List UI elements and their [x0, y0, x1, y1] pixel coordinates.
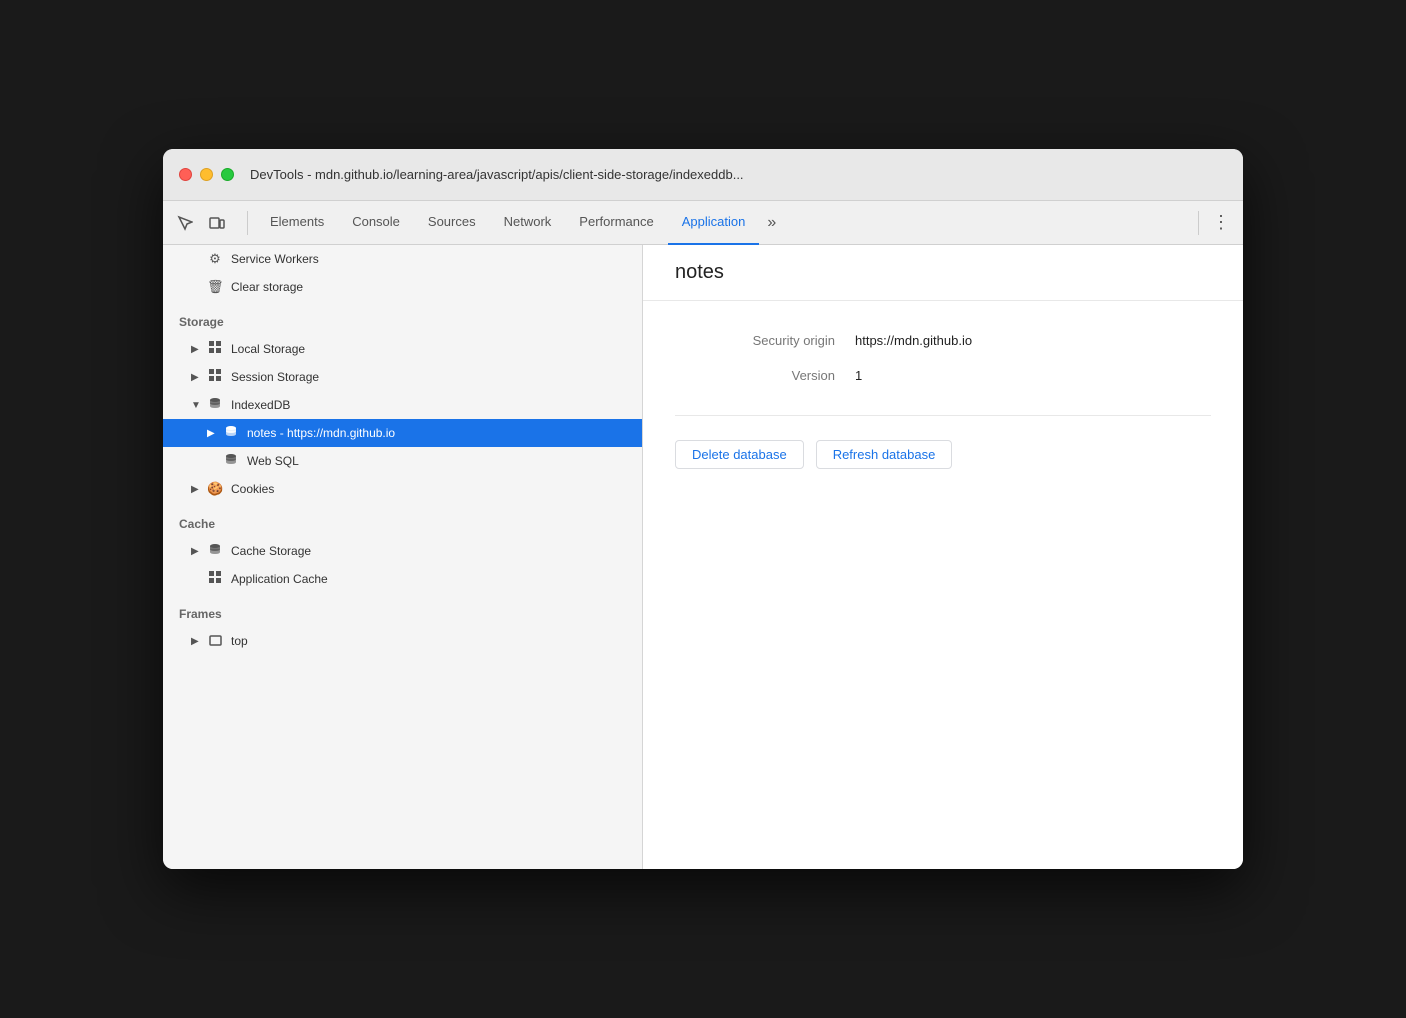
grid-icon [207, 341, 223, 357]
security-origin-value: https://mdn.github.io [855, 333, 972, 348]
collapsed-arrow-icon: ▶ [191, 344, 203, 355]
collapsed-arrow-icon: ▶ [191, 372, 203, 383]
delete-database-button[interactable]: Delete database [675, 440, 804, 469]
sidebar-item-label: Web SQL [247, 454, 299, 468]
collapsed-arrow-icon: ▶ [207, 428, 219, 439]
window-title: DevTools - mdn.github.io/learning-area/j… [250, 167, 744, 182]
sidebar-item-label: Cache Storage [231, 544, 311, 558]
gear-icon: ⚙ [207, 251, 223, 267]
sidebar-item-clear-storage[interactable]: 🗑 Clear storage [163, 273, 642, 301]
action-buttons: Delete database Refresh database [675, 440, 1211, 469]
trash-icon: 🗑 [207, 279, 223, 295]
collapsed-arrow-icon: ▶ [191, 636, 203, 647]
grid-icon [207, 571, 223, 587]
menu-button[interactable]: ⋮ [1207, 209, 1235, 237]
tab-console[interactable]: Console [338, 201, 414, 245]
expanded-arrow-icon: ▼ [191, 400, 203, 411]
panel-title: notes [675, 261, 1211, 284]
sidebar-item-label: top [231, 634, 248, 648]
inspect-icon[interactable] [171, 209, 199, 237]
db-icon [207, 543, 223, 560]
sidebar-item-label: Service Workers [231, 252, 319, 266]
titlebar: DevTools - mdn.github.io/learning-area/j… [163, 149, 1243, 201]
panel-divider [675, 415, 1211, 416]
devtools-window: DevTools - mdn.github.io/learning-area/j… [163, 149, 1243, 869]
sidebar-item-web-sql[interactable]: Web SQL [163, 447, 642, 475]
info-row-version: Version 1 [675, 368, 1211, 383]
more-tabs-button[interactable]: » [759, 201, 784, 245]
no-arrow-icon [207, 456, 219, 467]
panel-body: Security origin https://mdn.github.io Ve… [643, 301, 1243, 869]
db-icon [223, 453, 239, 470]
version-value: 1 [855, 368, 862, 383]
toolbar-end-divider [1198, 211, 1199, 235]
info-row-security-origin: Security origin https://mdn.github.io [675, 333, 1211, 348]
toolbar-divider [247, 211, 248, 235]
toolbar-end: ⋮ [1190, 209, 1235, 237]
toolbar-icons [171, 209, 231, 237]
sidebar-item-notes-db[interactable]: ▶ notes - https://mdn.github.io [163, 419, 642, 447]
sidebar-item-indexeddb[interactable]: ▼ IndexedDB [163, 391, 642, 419]
sidebar-item-local-storage[interactable]: ▶ Local Storage [163, 335, 642, 363]
toolbar: Elements Console Sources Network Perform… [163, 201, 1243, 245]
device-icon[interactable] [203, 209, 231, 237]
tab-bar: Elements Console Sources Network Perform… [256, 201, 1190, 245]
panel: notes Security origin https://mdn.github… [643, 245, 1243, 869]
sidebar-item-session-storage[interactable]: ▶ Session Storage [163, 363, 642, 391]
panel-header: notes [643, 245, 1243, 301]
refresh-database-button[interactable]: Refresh database [816, 440, 953, 469]
tab-application[interactable]: Application [668, 201, 760, 245]
tab-sources[interactable]: Sources [414, 201, 490, 245]
sidebar-item-label: Application Cache [231, 572, 328, 586]
storage-section-label: Storage [163, 301, 642, 335]
fullscreen-button[interactable] [221, 168, 234, 181]
frames-section-label: Frames [163, 593, 642, 627]
sidebar-item-label: Local Storage [231, 342, 305, 356]
no-arrow-icon [191, 254, 203, 265]
grid-icon [207, 369, 223, 385]
cookie-icon: 🍪 [207, 481, 223, 497]
sidebar-item-cookies[interactable]: ▶ 🍪 Cookies [163, 475, 642, 503]
close-button[interactable] [179, 168, 192, 181]
sidebar-item-service-workers[interactable]: ⚙ Service Workers [163, 245, 642, 273]
minimize-button[interactable] [200, 168, 213, 181]
no-arrow-icon [191, 574, 203, 585]
tab-elements[interactable]: Elements [256, 201, 338, 245]
sidebar-item-top-frame[interactable]: ▶ top [163, 627, 642, 655]
collapsed-arrow-icon: ▶ [191, 484, 203, 495]
version-label: Version [675, 368, 835, 383]
cache-section-label: Cache [163, 503, 642, 537]
tab-network[interactable]: Network [490, 201, 566, 245]
sidebar-item-label: Session Storage [231, 370, 319, 384]
sidebar-item-label: IndexedDB [231, 398, 290, 412]
no-arrow-icon [191, 282, 203, 293]
sidebar-item-app-cache[interactable]: Application Cache [163, 565, 642, 593]
sidebar-item-label: Clear storage [231, 280, 303, 294]
sidebar-item-cache-storage[interactable]: ▶ Cache Storage [163, 537, 642, 565]
frame-icon [207, 634, 223, 649]
collapsed-arrow-icon: ▶ [191, 546, 203, 557]
traffic-lights [179, 168, 234, 181]
info-table: Security origin https://mdn.github.io Ve… [675, 333, 1211, 383]
db-icon [223, 425, 239, 442]
db-icon [207, 397, 223, 414]
sidebar-item-label: Cookies [231, 482, 274, 496]
main-content: ⚙ Service Workers 🗑 Clear storage Storag… [163, 245, 1243, 869]
security-origin-label: Security origin [675, 333, 835, 348]
sidebar: ⚙ Service Workers 🗑 Clear storage Storag… [163, 245, 643, 869]
tab-performance[interactable]: Performance [565, 201, 667, 245]
sidebar-item-label: notes - https://mdn.github.io [247, 426, 395, 440]
